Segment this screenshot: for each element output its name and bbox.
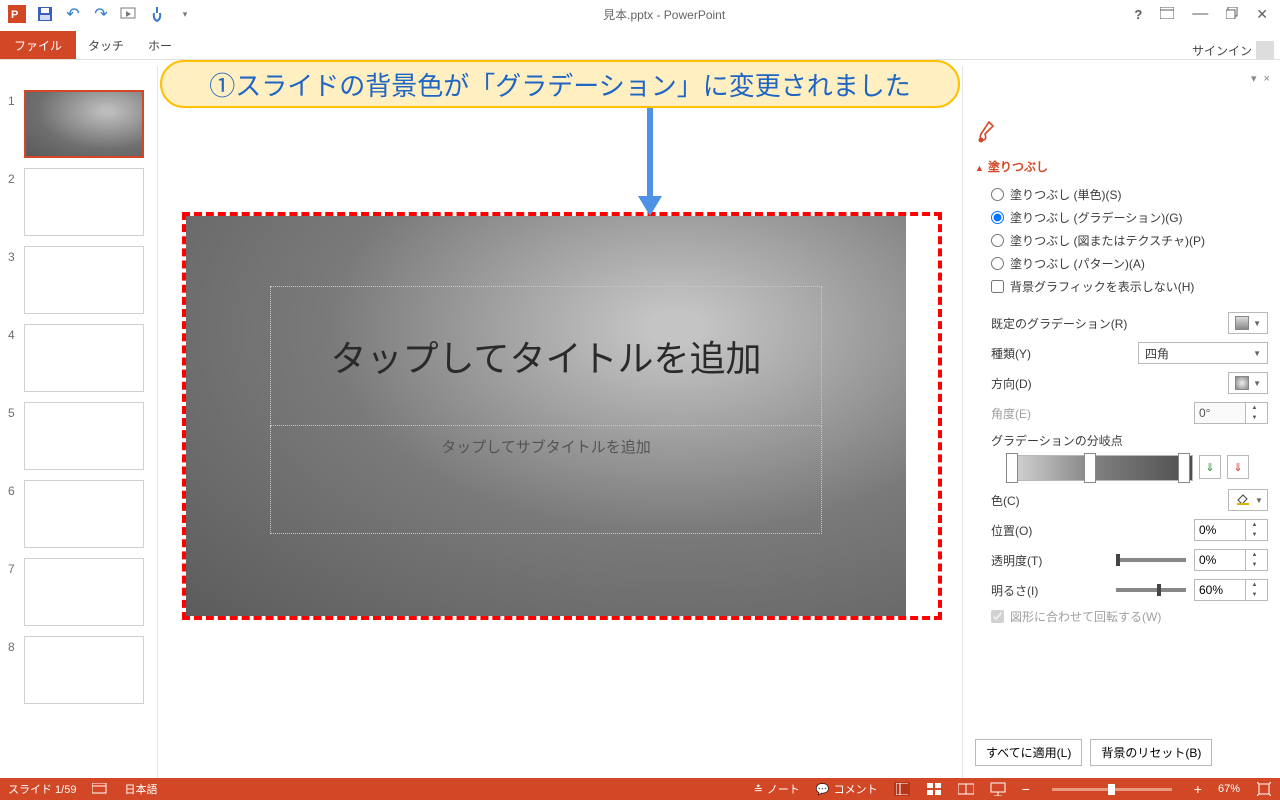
gradient-angle-spinner: ▲▼ (1194, 402, 1268, 424)
spellcheck-icon[interactable] (92, 782, 108, 796)
preset-gradient-row: 既定のグラデーション(R) ▼ (975, 308, 1268, 338)
window-controls: ? — ✕ (1134, 5, 1276, 23)
remove-gradient-stop-button[interactable]: ⇓ (1227, 455, 1249, 479)
reading-view-icon[interactable] (958, 782, 974, 796)
slide-thumbnail[interactable] (24, 168, 144, 236)
fill-picture-radio[interactable]: 塗りつぶし (図またはテクスチャ)(P) (975, 229, 1268, 252)
gradient-transparency-row: 透明度(T) ▲▼ (975, 545, 1268, 575)
undo-icon[interactable]: ↶ (64, 5, 82, 23)
fill-category-icon[interactable] (975, 120, 999, 144)
notes-button[interactable]: ≛ノート (754, 781, 800, 797)
annotation-arrow-icon (643, 108, 657, 216)
slide-counter[interactable]: スライド 1/59 (8, 781, 76, 797)
gradient-position-row: 位置(O) ▲▼ (975, 515, 1268, 545)
window-title: 見本.pptx - PowerPoint (194, 6, 1134, 23)
transparency-spinner[interactable]: ▲▼ (1194, 549, 1268, 571)
apply-to-all-button[interactable]: すべてに適用(L) (975, 739, 1082, 766)
zoom-out-button[interactable]: − (1022, 781, 1030, 797)
gradient-stops-slider[interactable] (1007, 455, 1193, 481)
comments-icon: 💬 (816, 783, 830, 796)
slide-thumbnail-panel[interactable]: 1 2 3 4 5 6 7 8 (0, 66, 158, 778)
title-bar: P ↶ ↷ ▾ 見本.pptx - PowerPoint ? — ✕ (0, 0, 1280, 28)
annotation-callout: ①スライドの背景色が「グラデーション」に変更されました (160, 60, 960, 108)
zoom-value[interactable]: 67% (1218, 783, 1240, 795)
reset-background-button[interactable]: 背景のリセット(B) (1090, 739, 1212, 766)
slideshow-view-icon[interactable] (990, 782, 1006, 796)
slide-thumbnail[interactable] (24, 480, 144, 548)
gradient-stops-label: グラデーションの分岐点 (975, 428, 1268, 449)
slide-thumbnail[interactable] (24, 402, 144, 470)
gradient-position-spinner[interactable]: ▲▼ (1194, 519, 1268, 541)
transparency-slider[interactable] (1116, 558, 1186, 562)
subtitle-placeholder[interactable]: タップしてサブタイトルを追加 (270, 426, 822, 534)
brightness-slider[interactable] (1116, 588, 1186, 592)
status-bar: スライド 1/59 日本語 ≛ノート 💬コメント − + 67% (0, 778, 1280, 800)
file-tab[interactable]: ファイル (0, 31, 76, 59)
svg-text:P: P (11, 9, 18, 21)
redo-icon[interactable]: ↷ (92, 5, 110, 23)
powerpoint-icon: P (8, 5, 26, 23)
language-label[interactable]: 日本語 (124, 781, 157, 797)
fill-gradient-radio[interactable]: 塗りつぶし (グラデーション)(G) (975, 206, 1268, 229)
slideshow-start-icon[interactable] (120, 5, 138, 23)
zoom-slider[interactable] (1052, 788, 1172, 791)
fill-pattern-radio[interactable]: 塗りつぶし (パターン)(A) (975, 252, 1268, 275)
hide-bg-graphics-check[interactable]: 背景グラフィックを表示しない(H) (975, 275, 1268, 298)
help-icon[interactable]: ? (1134, 7, 1142, 22)
title-placeholder[interactable]: タップしてタイトルを追加 (270, 286, 822, 426)
gradient-angle-row: 角度(E) ▲▼ (975, 398, 1268, 428)
normal-view-icon[interactable] (894, 782, 910, 796)
comments-button[interactable]: 💬コメント (816, 781, 878, 797)
touch-mode-icon[interactable] (148, 5, 166, 23)
format-background-pane: ▾ × 背景の書式設定 ▲塗りつぶし 塗りつぶし (単色)(S) 塗りつぶし (… (962, 66, 1280, 778)
minimize-icon[interactable]: — (1192, 5, 1208, 23)
preset-gradient-picker[interactable]: ▼ (1228, 312, 1268, 334)
save-icon[interactable] (36, 5, 54, 23)
slide-thumbnail[interactable] (24, 636, 144, 704)
slide-thumbnail[interactable] (24, 324, 144, 392)
signin-link[interactable]: サインイン (1192, 41, 1280, 59)
ribbon-display-icon[interactable] (1160, 7, 1174, 22)
slide-canvas[interactable]: タップしてタイトルを追加 タップしてサブタイトルを追加 (186, 216, 906, 616)
add-gradient-stop-button[interactable]: ⇓ (1199, 455, 1221, 479)
gradient-type-select[interactable]: 四角▼ (1138, 342, 1268, 364)
slide-thumbnail[interactable] (24, 246, 144, 314)
pane-close-icon[interactable]: ▾ × (1251, 72, 1272, 85)
gradient-direction-row: 方向(D) ▼ (975, 368, 1268, 398)
gradient-color-picker[interactable]: ▼ (1228, 489, 1268, 511)
slide-thumbnail[interactable] (24, 90, 144, 158)
selection-outline: タップしてタイトルを追加 タップしてサブタイトルを追加 (182, 212, 942, 620)
slide-editor[interactable]: タップしてタイトルを追加 タップしてサブタイトルを追加 (158, 66, 962, 778)
rotate-with-shape-check: 図形に合わせて回転する(W) (975, 605, 1268, 628)
ribbon-tab[interactable]: タッチ (76, 31, 136, 59)
fill-solid-radio[interactable]: 塗りつぶし (単色)(S) (975, 183, 1268, 206)
brightness-spinner[interactable]: ▲▼ (1194, 579, 1268, 601)
sorter-view-icon[interactable] (926, 782, 942, 796)
signin-label: サインイン (1192, 42, 1252, 59)
fit-window-icon[interactable] (1256, 782, 1272, 796)
slide-thumbnail[interactable] (24, 558, 144, 626)
ribbon-tabs: ファイル タッチ ホー サインイン (0, 28, 1280, 60)
paint-bucket-icon (1235, 492, 1251, 509)
gradient-brightness-row: 明るさ(I) ▲▼ (975, 575, 1268, 605)
fill-section-header[interactable]: ▲塗りつぶし (975, 154, 1268, 183)
zoom-in-button[interactable]: + (1194, 781, 1202, 797)
notes-icon: ≛ (754, 783, 763, 796)
quick-access-toolbar: P ↶ ↷ ▾ (4, 5, 194, 23)
gradient-color-row: 色(C) ▼ (975, 485, 1268, 515)
gradient-direction-picker[interactable]: ▼ (1228, 372, 1268, 394)
ribbon-tab[interactable]: ホー (136, 31, 184, 59)
gradient-type-row: 種類(Y) 四角▼ (975, 338, 1268, 368)
close-icon[interactable]: ✕ (1256, 6, 1268, 23)
restore-icon[interactable] (1226, 7, 1238, 22)
qat-customize-icon[interactable]: ▾ (176, 5, 194, 23)
avatar-icon (1256, 41, 1274, 59)
